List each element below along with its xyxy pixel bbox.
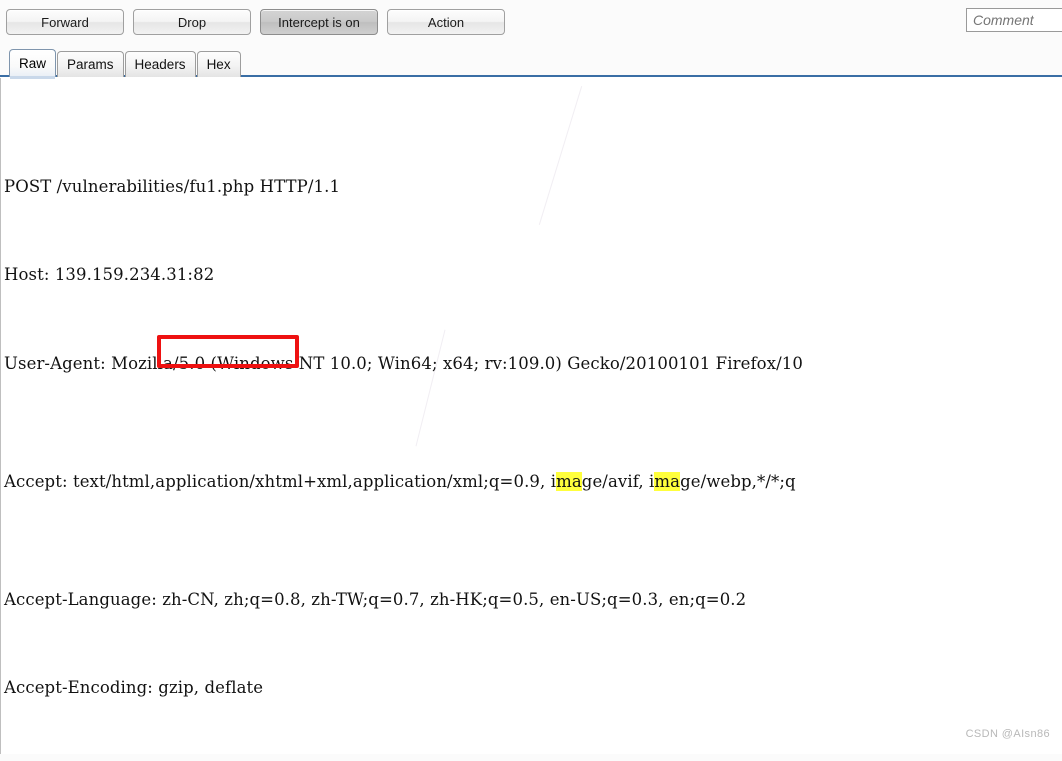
line-user-agent: User-Agent: Mozilla/5.0 (Windows NT 10.0… <box>4 353 803 373</box>
accept-middle: ge/avif, i <box>581 471 655 491</box>
request-text[interactable]: POST /vulnerabilities/fu1.php HTTP/1.1 H… <box>0 78 1062 754</box>
proxy-toolbar: Forward Drop Intercept is on Action <box>0 0 1062 44</box>
accept-highlight-1: ma <box>556 471 582 491</box>
accept-suffix: ge/webp,*/*;q <box>680 471 796 491</box>
line-accept-encoding: Accept-Encoding: gzip, deflate <box>4 678 264 697</box>
watermark: CSDN @AIsn86 <box>965 728 1050 740</box>
tab-hex[interactable]: Hex <box>196 51 241 77</box>
forward-button[interactable]: Forward <box>6 9 124 35</box>
line-accept-language: Accept-Language: zh-CN, zh;q=0.8, zh-TW;… <box>4 589 747 609</box>
raw-request-editor[interactable]: POST /vulnerabilities/fu1.php HTTP/1.1 H… <box>0 77 1062 754</box>
accept-highlight-2: ma <box>654 471 681 491</box>
message-view-tabs: Raw Params Headers Hex <box>0 44 1062 79</box>
drop-button[interactable]: Drop <box>133 9 251 35</box>
comment-input[interactable] <box>966 8 1062 32</box>
line-accept: Accept: text/html,application/xhtml+xml,… <box>4 467 1062 497</box>
tab-raw[interactable]: Raw <box>9 49 57 79</box>
intercept-toggle-button[interactable]: Intercept is on <box>260 9 378 35</box>
accept-prefix: Accept: text/html,application/xhtml+xml,… <box>4 471 557 491</box>
comment-field-wrapper <box>966 8 1062 32</box>
tab-headers[interactable]: Headers <box>124 51 196 77</box>
action-button[interactable]: Action <box>387 9 505 35</box>
line-request-line: POST /vulnerabilities/fu1.php HTTP/1.1 <box>4 176 341 196</box>
tab-params[interactable]: Params <box>57 51 124 77</box>
line-host: Host: 139.159.234.31:82 <box>4 265 215 284</box>
